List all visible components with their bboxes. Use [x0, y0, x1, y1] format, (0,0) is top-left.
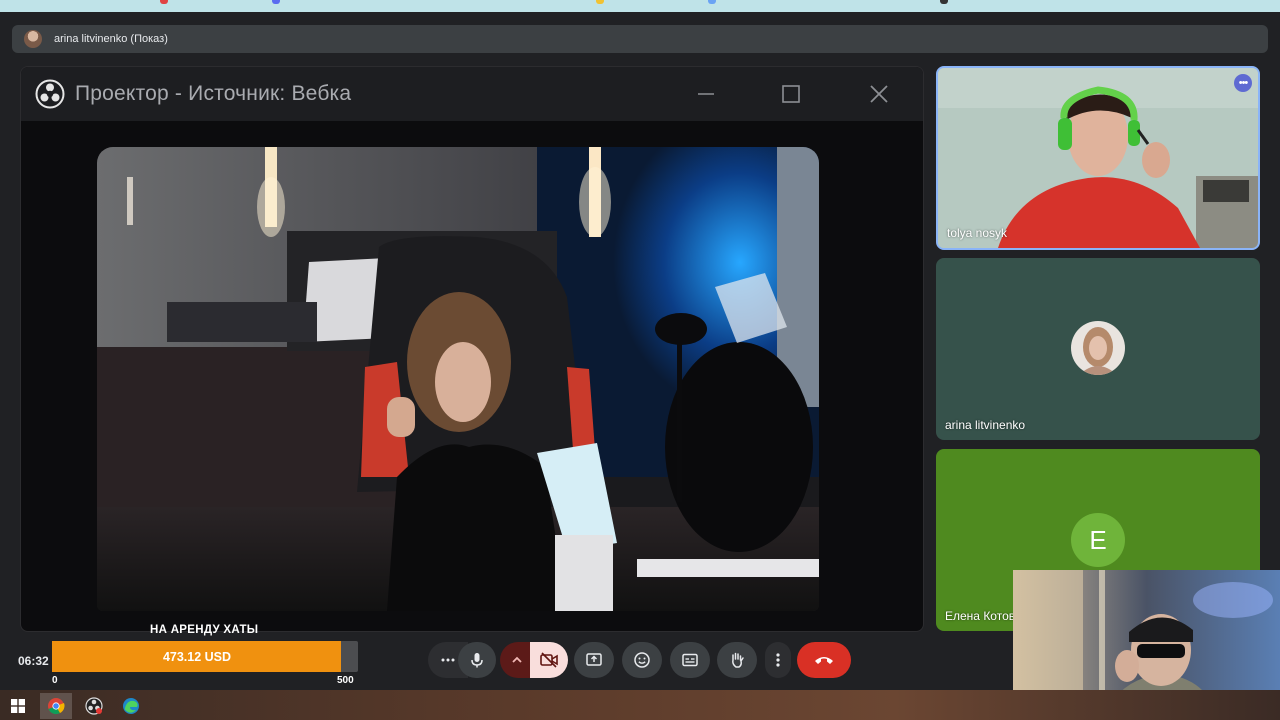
edge-icon[interactable] [115, 693, 147, 719]
participant-name: arina litvinenko [945, 418, 1026, 432]
browser-tab-strip [0, 0, 1280, 12]
browser-tab-icon[interactable] [160, 0, 168, 4]
present-screen-icon[interactable] [574, 642, 614, 678]
browser-tab-icon[interactable] [940, 0, 948, 4]
webcam-video [97, 147, 819, 611]
maximize-icon[interactable] [776, 79, 806, 109]
avatar [24, 30, 42, 48]
presentation-bar[interactable]: arina litvinenko (Показ) [12, 25, 1268, 53]
participant-tile-arina-litvinenko[interactable]: arina litvinenko [936, 258, 1260, 440]
participant-name: Елена Котов [945, 609, 1016, 623]
close-icon[interactable] [864, 79, 894, 109]
avatar: E [1071, 513, 1125, 567]
participant-video [938, 68, 1258, 248]
avatar [1071, 321, 1125, 375]
captions-icon[interactable] [670, 642, 710, 678]
projector-titlebar[interactable]: Проектор - Источник: Вебка [21, 67, 923, 121]
presentation-label: arina litvinenko (Показ) [54, 33, 168, 45]
donation-goal-title: НА АРЕНДУ ХАТЫ [150, 624, 259, 636]
browser-tab-icon[interactable] [596, 0, 604, 4]
chrome-icon[interactable] [40, 693, 72, 719]
more-horizontal-icon[interactable]: ••• [1234, 74, 1252, 92]
obs-icon [35, 79, 65, 109]
emoji-icon[interactable] [622, 642, 662, 678]
participant-tile-tolya-nosyk[interactable]: ••• tolya nosyk [936, 66, 1260, 250]
minimize-icon[interactable] [691, 79, 721, 109]
obs-taskbar-icon[interactable] [78, 693, 110, 719]
windows-taskbar [0, 690, 1280, 720]
browser-tab-icon[interactable] [272, 0, 280, 4]
camera-off-icon[interactable] [530, 642, 568, 678]
mic-icon[interactable] [458, 642, 496, 678]
browser-tab-icon[interactable] [708, 0, 716, 4]
projector-title: Проектор - Источник: Вебка [75, 82, 352, 105]
windows-start-icon[interactable] [2, 693, 34, 719]
chevron-up-icon[interactable] [500, 642, 534, 678]
hand-icon[interactable] [717, 642, 757, 678]
projector-window: Проектор - Источник: Вебка [20, 66, 924, 632]
hang-up-icon[interactable] [797, 642, 851, 678]
participant-name: tolya nosyk [947, 226, 1008, 240]
more-vertical-icon[interactable] [765, 642, 791, 678]
